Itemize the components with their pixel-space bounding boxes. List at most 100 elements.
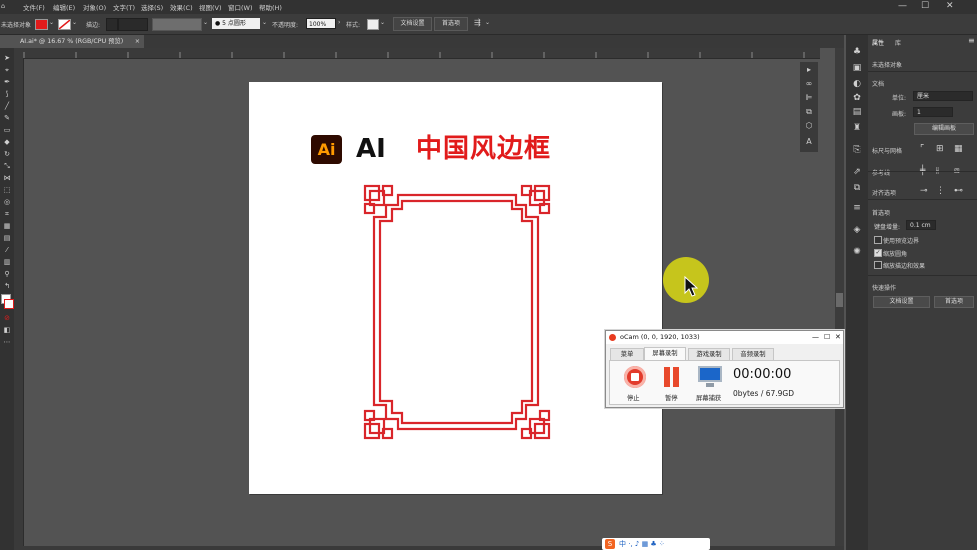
scale-corners-checkbox[interactable]: ✓ [874, 249, 882, 257]
ruler-icon[interactable]: ⌜ [920, 144, 924, 154]
pathfinder-icon[interactable]: ⧉ [804, 107, 814, 117]
menu-help[interactable]: 帮助(H) [259, 2, 282, 12]
menu-object[interactable]: 对象(O) [83, 2, 106, 12]
artboard-select[interactable]: 1 [913, 107, 953, 117]
club-icon[interactable]: ♣ [851, 47, 863, 57]
play-icon[interactable]: ▸ [804, 65, 814, 75]
chevron-down-icon[interactable]: ⌄ [380, 19, 385, 26]
stroke-weight-input[interactable] [118, 18, 148, 31]
home-icon[interactable]: ⌂ [1, 2, 5, 10]
perspective-grid-icon[interactable]: ⌗ [2, 210, 12, 218]
chevron-down-icon[interactable]: ⌄ [262, 19, 267, 26]
preview-bounds-checkbox[interactable] [874, 236, 882, 244]
ime-toolbar[interactable]: S 中 ·, ♪ ▦ ♣ ⁘ [602, 538, 710, 550]
line-tool-icon[interactable]: ╱ [2, 102, 12, 110]
external-link-icon[interactable]: ⇗ [851, 167, 863, 177]
menu-select[interactable]: 选择(S) [141, 2, 163, 12]
menu-file[interactable]: 文件(F) [23, 2, 45, 12]
symbols-icon[interactable]: ▤ [851, 107, 863, 117]
ocam-close-button[interactable]: ✕ [835, 331, 841, 344]
ocam-minimize-button[interactable]: — [812, 331, 819, 344]
capture-label[interactable]: 屏幕捕获 [696, 393, 721, 402]
vertical-scroll-thumb[interactable] [836, 293, 843, 307]
rotate-tool-icon[interactable]: ↻ [2, 150, 12, 158]
stroke-stepper[interactable] [106, 18, 118, 31]
stop-label[interactable]: 停止 [627, 393, 640, 402]
stroke-swatch[interactable] [58, 19, 71, 30]
none-color-icon[interactable]: ⊘ [2, 314, 12, 322]
quick-doc-setup-button[interactable]: 文档设置 [873, 296, 930, 308]
menu-type[interactable]: 文字(T) [113, 2, 135, 12]
brush-definition[interactable]: ● 5 点圆形 [212, 18, 260, 29]
more-tools-icon[interactable]: ⋯ [2, 338, 12, 346]
draw-mode-icon[interactable]: ◧ [2, 326, 12, 334]
stroke-color-indicator[interactable] [4, 299, 14, 309]
minimize-button[interactable]: — [898, 1, 907, 11]
tab-properties[interactable]: 属性 [872, 38, 884, 47]
keyboard-increment-input[interactable]: 0.1 cm [906, 220, 936, 230]
maximize-button[interactable]: ☐ [921, 1, 929, 11]
zoom-tool-icon[interactable]: ⚲ [2, 270, 12, 278]
selection-tool-icon[interactable]: ➤ [2, 54, 12, 62]
link-icon[interactable]: ∞ [804, 79, 814, 89]
artboards-icon[interactable]: ⧉ [851, 183, 863, 193]
ocam-titlebar[interactable]: oCam (0, 0, 1920, 1033) — ☐ ✕ [606, 331, 843, 344]
snap-pixel-icon[interactable]: ⊷ [954, 186, 963, 196]
ocam-maximize-button[interactable]: ☐ [824, 331, 830, 344]
chevron-down-icon[interactable]: ⌄ [72, 19, 77, 26]
menu-window[interactable]: 窗口(W) [228, 2, 253, 12]
rectangle-tool-icon[interactable]: ▭ [2, 126, 12, 134]
curvature-tool-icon[interactable]: ⟆ [2, 90, 12, 98]
menu-view[interactable]: 视图(V) [199, 2, 222, 12]
sogou-icon[interactable]: S [605, 539, 615, 549]
free-transform-icon[interactable]: ⬚ [2, 186, 12, 194]
document-setup-button[interactable]: 文档设置 [393, 17, 432, 31]
menu-lines-icon[interactable]: ≡ [851, 203, 863, 213]
chinese-border-frame[interactable] [362, 183, 552, 441]
pixel-grid-icon[interactable]: ▦ [954, 144, 963, 154]
quick-preferences-button[interactable]: 首选项 [934, 296, 974, 308]
fill-swatch[interactable] [35, 19, 48, 30]
unit-select[interactable]: 厘米 [913, 91, 973, 101]
sun-icon[interactable]: ✺ [851, 247, 863, 257]
3d-cube-icon[interactable]: ⬡ [804, 121, 814, 131]
menu-edit[interactable]: 编辑(E) [53, 2, 75, 12]
graph-tool-icon[interactable]: ▥ [2, 258, 12, 266]
edit-artboards-button[interactable]: 编辑画板 [914, 123, 974, 135]
pen-tool-icon[interactable]: ✒ [2, 78, 12, 86]
chevron-down-icon[interactable]: ⌄ [203, 19, 208, 26]
chevron-down-icon[interactable]: ⌄ [485, 19, 490, 26]
monitor-icon[interactable] [698, 366, 722, 382]
vertical-ruler[interactable] [14, 58, 24, 546]
gradient-tool-icon[interactable]: ▤ [2, 234, 12, 242]
pencil-tool-icon[interactable]: ✎ [2, 114, 12, 122]
pause-icon[interactable] [673, 367, 679, 387]
chevron-down-icon[interactable]: ⌄ [49, 19, 54, 26]
grid-icon[interactable]: ⊞ [936, 144, 944, 154]
shape-builder-icon[interactable]: ◎ [2, 198, 12, 206]
close-button[interactable]: ✕ [946, 1, 954, 11]
eraser-tool-icon[interactable]: ◆ [2, 138, 12, 146]
variable-width-profile[interactable] [152, 18, 202, 31]
mesh-tool-icon[interactable]: ▦ [2, 222, 12, 230]
document-tab[interactable]: AI.ai* @ 16.67 % (RGB/CPU 预览) × [14, 35, 144, 48]
menu-effect[interactable]: 效果(C) [170, 2, 193, 12]
snap-grid-icon[interactable]: ⋮ [936, 186, 945, 196]
scale-tool-icon[interactable]: ⤡ [2, 162, 12, 170]
pause-label[interactable]: 暂停 [665, 393, 678, 402]
panel-menu-icon[interactable]: ≡ [968, 36, 975, 45]
stop-icon[interactable] [624, 366, 646, 388]
preferences-button[interactable]: 首选项 [434, 17, 468, 31]
brushes-icon[interactable]: ✿ [851, 93, 863, 103]
direct-selection-tool-icon[interactable]: ⌖ [2, 66, 12, 74]
layers-icon[interactable]: ▣ [851, 63, 863, 73]
chevron-right-icon[interactable]: › [338, 19, 340, 26]
swatches-icon[interactable]: ◐ [851, 79, 863, 89]
eyedropper-tool-icon[interactable]: ⁄ [2, 246, 12, 254]
align-icon[interactable]: ⇶ [474, 18, 481, 27]
tab-libraries[interactable]: 库 [895, 38, 901, 47]
stack-icon[interactable]: ◈ [851, 225, 863, 235]
pause-icon[interactable] [664, 367, 670, 387]
width-tool-icon[interactable]: ⋈ [2, 174, 12, 182]
align-left-icon[interactable]: ⊫ [804, 93, 814, 103]
